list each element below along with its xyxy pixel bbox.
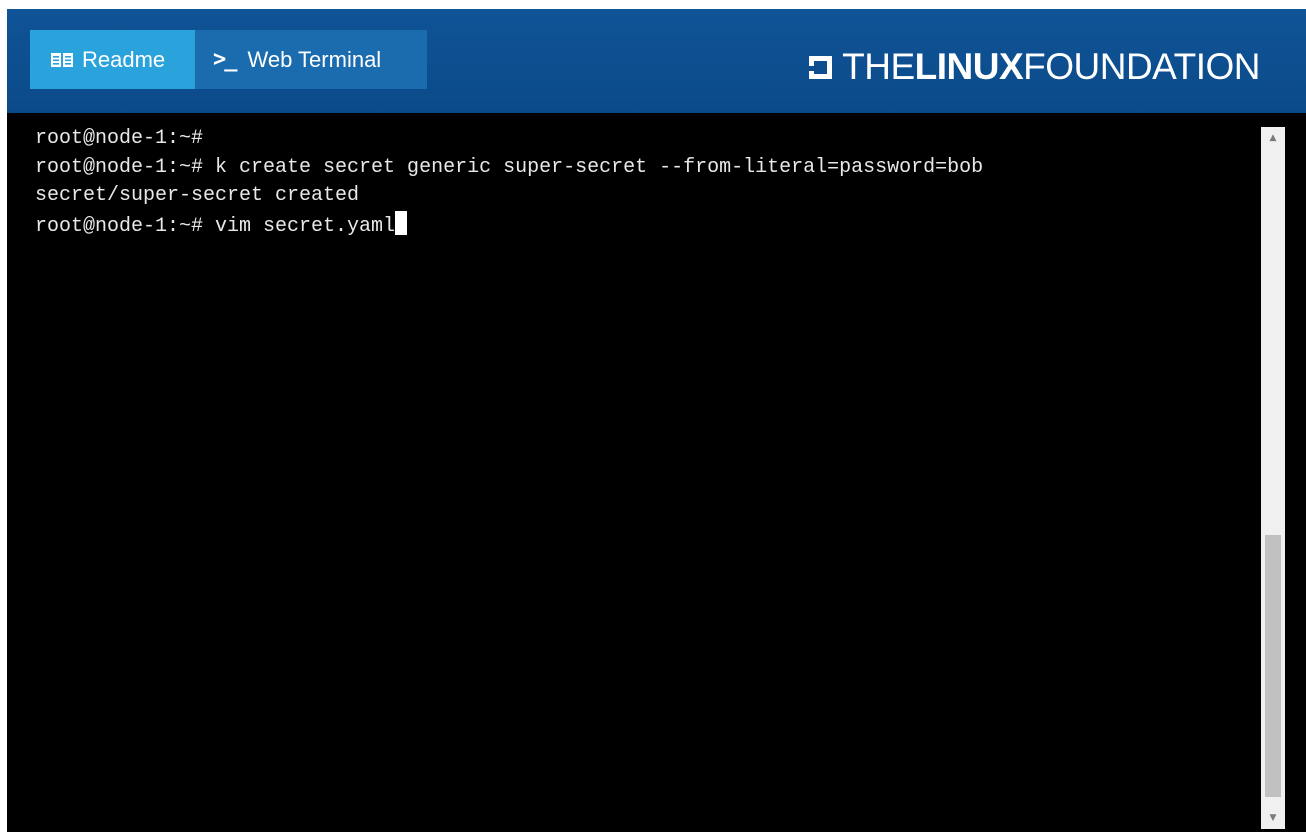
- scroll-up-arrow-icon[interactable]: ▲: [1261, 127, 1285, 149]
- tab-readme[interactable]: Readme: [30, 30, 195, 89]
- linux-foundation-logo: THE LINUX FOUNDATION: [807, 42, 1260, 92]
- header-bar: Readme >_ Web Terminal THE LINUX FOUNDAT…: [7, 9, 1306, 113]
- terminal-line: secret/super-secret created: [35, 184, 360, 207]
- terminal-line: root@node-1:~# k create secret generic s…: [35, 155, 984, 179]
- terminal-line-current: root@node-1:~# vim secret.yaml: [35, 210, 983, 242]
- tab-bar: Readme >_ Web Terminal: [30, 30, 427, 89]
- scrollbar-thumb[interactable]: [1265, 535, 1281, 797]
- tab-web-terminal[interactable]: >_ Web Terminal: [195, 30, 427, 89]
- book-icon: [50, 51, 74, 69]
- tab-readme-label: Readme: [82, 46, 166, 72]
- brand-text-the: THE: [842, 46, 915, 87]
- brand-text-foundation: FOUNDATION: [1023, 46, 1260, 87]
- text-cursor: [395, 210, 408, 235]
- terminal-output: root@node-1:~# root@node-1:~# k create se…: [35, 125, 983, 241]
- scroll-down-arrow-icon[interactable]: ▼: [1261, 807, 1285, 829]
- linux-foundation-mark-icon: [807, 55, 833, 79]
- terminal-prompt-icon: >_: [213, 47, 237, 72]
- app-frame: Readme >_ Web Terminal THE LINUX FOUNDAT…: [0, 0, 1306, 832]
- tab-web-terminal-label: Web Terminal: [247, 46, 382, 72]
- brand-text-linux: LINUX: [914, 46, 1024, 87]
- terminal-line: root@node-1:~#: [35, 127, 204, 150]
- terminal-scrollbar[interactable]: ▲ ▼: [1261, 127, 1285, 829]
- terminal-current-command: root@node-1:~# vim secret.yaml: [35, 214, 396, 238]
- terminal-screen[interactable]: root@node-1:~# root@node-1:~# k create se…: [7, 113, 1306, 832]
